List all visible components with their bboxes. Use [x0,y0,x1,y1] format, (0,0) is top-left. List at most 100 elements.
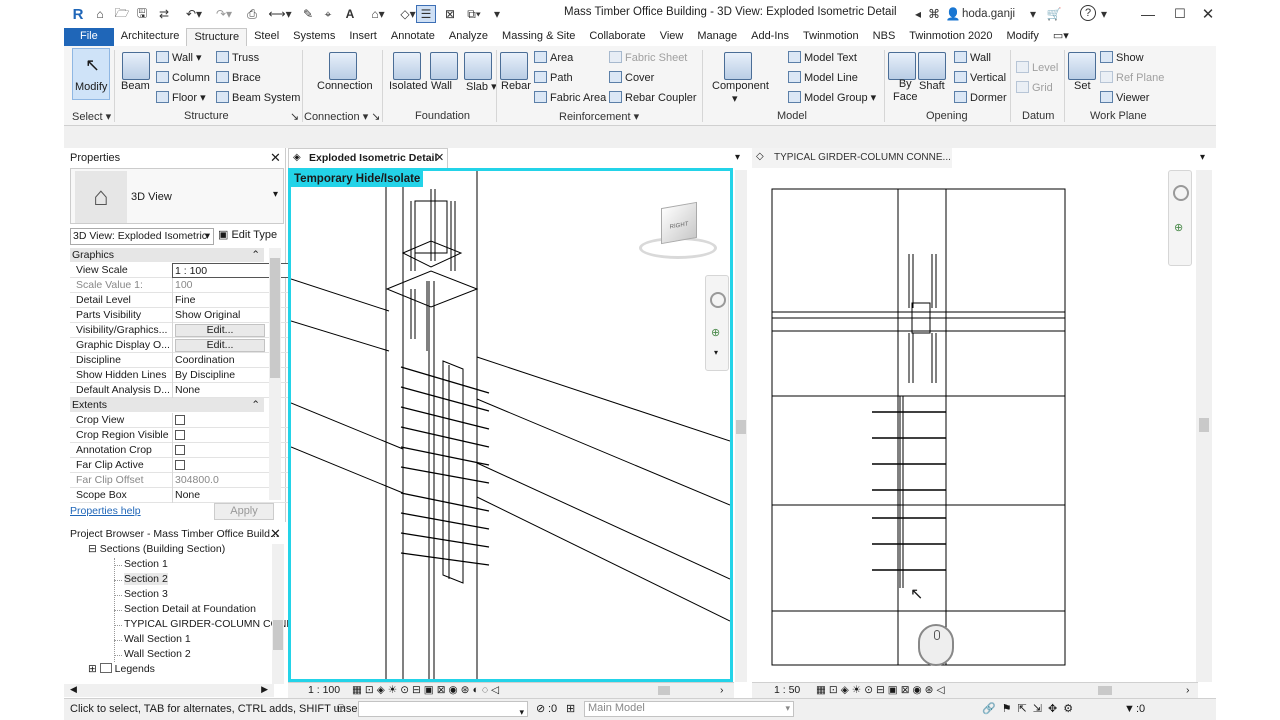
view-canvas-exploded[interactable]: Temporary Hide/Isolate RIGHT ⊕ ▾ [288,168,733,682]
property-row[interactable]: Scale Value 1: 100 [70,278,322,293]
worksharing-icon[interactable]: ⚇ [336,699,346,719]
browser-hscrollbar[interactable]: ◀ ▶ [64,684,274,697]
rebar-button[interactable]: Rebar [501,80,531,92]
tab-structure[interactable]: Structure [186,28,248,46]
apply-button[interactable]: Apply [214,503,274,520]
property-row[interactable]: Detail Level Fine [70,293,322,308]
dimension-icon[interactable]: ✎ [300,5,316,23]
view-tabs-menu-icon[interactable]: ▾ [735,152,740,163]
property-row[interactable]: Visibility/Graphics... Edit... [70,323,322,338]
truss-button[interactable]: Truss [216,51,259,64]
panel-reinforcement[interactable]: Reinforcement ▾ [559,110,639,123]
tab-view[interactable]: View [653,28,691,46]
view2-controls-icons[interactable]: ▦⊡◈☀⊙⊟▣⊠◉⊛◁ [816,683,948,698]
slab-button[interactable]: Slab ▾ [466,80,497,93]
tab-systems[interactable]: Systems [286,28,342,46]
chevron-down-icon[interactable]: ▾ [1026,5,1040,23]
view2-scale[interactable]: 1 : 50 [774,683,800,698]
tag-icon[interactable]: ⌖ [320,5,336,23]
tab-collaborate[interactable]: Collaborate [582,28,652,46]
tab-manage[interactable]: Manage [690,28,744,46]
viewer-button[interactable]: Viewer [1100,91,1149,104]
tab-steel[interactable]: Steel [247,28,286,46]
cover-button[interactable]: Cover [609,71,654,84]
extent-row[interactable]: Crop View [70,413,322,428]
view1-vscrollbar[interactable] [735,170,747,682]
3d-view-icon[interactable]: ⌂▾ [366,5,390,23]
view2-menu-icon[interactable]: ▾ [1200,152,1205,163]
beam-system-button[interactable]: Beam System [216,91,300,104]
rebar-coupler-button[interactable]: Rebar Coupler [609,91,697,104]
switch-windows-icon[interactable]: ⧉▾ [462,5,486,23]
extent-row[interactable]: Scope Box None [70,488,322,503]
view1-scale[interactable]: 1 : 100 [308,683,340,698]
ribbon-minimize-icon[interactable]: ▭▾ [1046,28,1076,46]
panel-connection[interactable]: Connection ▾ ↘ [304,110,381,123]
maximize-button[interactable]: ☐ [1170,5,1190,23]
tab-architecture[interactable]: Architecture [114,28,187,46]
close-button[interactable]: ✕ [1198,5,1218,23]
checkbox[interactable] [175,445,185,455]
brace-button[interactable]: Brace [216,71,261,84]
property-row[interactable]: Show Hidden Lines By Discipline [70,368,322,383]
text-icon[interactable]: A [342,5,358,23]
model-group-button[interactable]: Model Group ▾ [788,91,876,104]
properties-help-link[interactable]: Properties help [70,505,141,517]
save-icon[interactable]: 🖫 [134,5,150,23]
checkbox[interactable] [175,415,185,425]
view-tab-girder-column[interactable]: ◇ TYPICAL GIRDER-COLUMN CONNE... [752,148,952,168]
tab-twinmotion-2020[interactable]: Twinmotion 2020 [902,28,999,46]
connection-button[interactable]: Connection [317,80,373,92]
column-button[interactable]: Column [156,71,210,84]
view2-vscrollbar[interactable] [1196,170,1212,682]
graphics-header[interactable]: Graphics ⌃ [70,248,264,262]
property-row[interactable]: Graphic Display O... Edit... [70,338,322,353]
properties-close-icon[interactable]: ✕ [270,150,281,166]
design-option-dropdown[interactable]: Main Model ▾ [584,701,794,717]
property-row[interactable]: Discipline Coordination [70,353,322,368]
shaft-button[interactable]: Shaft [919,80,945,92]
view-tab-exploded[interactable]: ◈ Exploded Isometric Detail ✕ [288,148,448,168]
model-line-button[interactable]: Model Line [788,71,858,84]
tree-item-section[interactable]: Section 3 [124,588,168,600]
view-tab-close-icon[interactable]: ✕ [435,151,444,164]
help-chevron-icon[interactable]: ▾ [1098,5,1110,23]
close-hidden-icon[interactable]: ⊠ [442,5,458,23]
browser-scrollbar[interactable] [272,544,284,684]
extent-row[interactable]: Far Clip Active [70,458,322,473]
tree-item-section[interactable]: Section Detail at Foundation [124,603,256,615]
selection-controls-icons[interactable]: 🔗⚑⇱⇲✥⚙ [982,699,1079,719]
open-icon[interactable]: 🗁 [114,5,130,23]
extent-row[interactable]: Far Clip Offset 304800.0 [70,473,322,488]
wall-foundation-button[interactable]: Wall [431,80,452,92]
search-arrow-icon[interactable]: ◂ [910,5,926,23]
tree-item-section[interactable]: TYPICAL GIRDER-COLUMN CONN [124,618,294,630]
panel-select[interactable]: Select ▾ [72,110,111,123]
tab-insert[interactable]: Insert [342,28,384,46]
tab-analyze[interactable]: Analyze [442,28,495,46]
ref-plane-button[interactable]: Ref Plane [1100,71,1164,84]
dormer-button[interactable]: Dormer [954,91,1007,104]
viewcube[interactable]: RIGHT [639,199,719,259]
opening-wall-button[interactable]: Wall [954,51,991,64]
browser-close-icon[interactable]: ✕ [270,526,281,542]
tab-add-ins[interactable]: Add-Ins [744,28,796,46]
tab-annotate[interactable]: Annotate [384,28,442,46]
vertical-button[interactable]: Vertical [954,71,1006,84]
edit-button[interactable]: Edit... [175,339,265,352]
tab-nbs[interactable]: NBS [866,28,903,46]
fabric-sheet-button[interactable]: Fabric Sheet [609,51,687,64]
extent-row[interactable]: Annotation Crop [70,443,322,458]
properties-scrollbar[interactable] [269,248,281,500]
tree-node-legends[interactable]: ⊞ Legends [88,663,155,675]
area-button[interactable]: Area [534,51,573,64]
level-button[interactable]: Level [1016,61,1058,74]
show-button[interactable]: Show [1100,51,1144,64]
fabric-area-button[interactable]: Fabric Area [534,91,606,104]
tab-massing-site[interactable]: Massing & Site [495,28,582,46]
checkbox[interactable] [175,460,185,470]
workset-dropdown[interactable]: ▾ [358,701,528,717]
tree-item-section[interactable]: Section 2 [124,573,168,585]
property-row[interactable]: View Scale 1 : 100 [70,263,322,278]
thin-lines-icon[interactable]: ☰ [416,5,436,23]
